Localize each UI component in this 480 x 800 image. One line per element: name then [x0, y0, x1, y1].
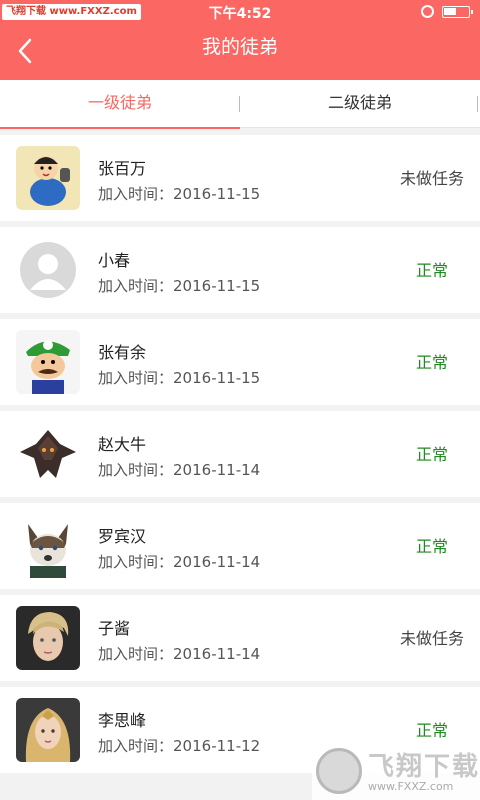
status-badge: 未做任务 — [399, 629, 464, 648]
battery-icon — [442, 6, 473, 18]
join-time: 加入时间：2016-11-12 — [98, 735, 260, 756]
list-item[interactable]: 罗宾汉 加入时间：2016-11-14 正常 — [0, 503, 480, 589]
join-label: 加入时间： — [98, 461, 174, 479]
avatar — [16, 606, 80, 670]
join-label: 加入时间： — [98, 369, 174, 387]
list-item[interactable]: 子酱 加入时间：2016-11-14 未做任务 — [0, 595, 480, 681]
join-date: 2016-11-14 — [173, 461, 261, 479]
apprentice-name: 小春 — [98, 251, 131, 270]
status-badge: 正常 — [415, 261, 448, 280]
apprentice-name: 赵大牛 — [98, 435, 147, 454]
status-badge: 正常 — [415, 537, 448, 556]
tab-bar: 一级徒弟 二级徒弟 — [0, 80, 480, 129]
mario-avatar-icon — [16, 330, 80, 394]
young-man-avatar-icon — [16, 606, 80, 670]
avatar — [16, 238, 80, 302]
status-clock: 下午4:52 — [208, 6, 272, 22]
join-date: 2016-11-12 — [173, 737, 261, 755]
apprentice-name: 张百万 — [98, 159, 147, 178]
join-date: 2016-11-15 — [173, 369, 261, 387]
apprentice-name: 李思峰 — [98, 711, 147, 730]
status-badge: 正常 — [415, 445, 448, 464]
join-time: 加入时间：2016-11-14 — [98, 643, 260, 664]
app-header: 飞翔下载 www.FXXZ.com 下午4:52 我的徒弟 — [0, 0, 480, 80]
join-time: 加入时间：2016-11-14 — [98, 551, 260, 572]
watermark-icon — [316, 748, 362, 794]
avatar — [16, 330, 80, 394]
avatar — [16, 422, 80, 486]
dragon-avatar-icon — [16, 422, 80, 486]
list-item[interactable]: 小春 加入时间：2016-11-15 正常 — [0, 227, 480, 313]
apprentice-list: 张百万 加入时间：2016-11-15 未做任务 小春 加入时间：2016-11… — [0, 135, 480, 779]
join-time: 加入时间：2016-11-15 — [98, 275, 260, 296]
apprentice-name: 张有余 — [98, 343, 147, 362]
status-badge: 未做任务 — [399, 169, 464, 188]
cartoon-boy-avatar-icon — [16, 146, 80, 210]
join-label: 加入时间： — [98, 185, 174, 203]
join-date: 2016-11-14 — [173, 553, 261, 571]
girl-avatar-icon — [16, 698, 80, 762]
join-time: 加入时间：2016-11-15 — [98, 183, 260, 204]
tab-second-level[interactable]: 二级徒弟 — [240, 80, 480, 128]
watermark-text: 飞翔下载 — [368, 752, 480, 782]
join-label: 加入时间： — [98, 737, 174, 755]
watermark-url: www.FXXZ.com — [368, 780, 454, 793]
apprentice-name: 罗宾汉 — [98, 527, 147, 546]
join-date: 2016-11-14 — [173, 645, 261, 663]
join-label: 加入时间： — [98, 645, 174, 663]
page-title: 我的徒弟 — [201, 36, 278, 58]
avatar — [16, 146, 80, 210]
status-badge: 正常 — [415, 721, 448, 740]
join-date: 2016-11-15 — [173, 277, 261, 295]
tab-first-level[interactable]: 一级徒弟 — [0, 80, 240, 129]
status-bar: 飞翔下载 www.FXXZ.com 下午4:52 — [0, 0, 480, 24]
rotation-lock-icon — [421, 5, 434, 18]
join-time: 加入时间：2016-11-15 — [98, 367, 260, 388]
list-item[interactable]: 张百万 加入时间：2016-11-15 未做任务 — [0, 135, 480, 221]
avatar — [16, 514, 80, 578]
list-item[interactable]: 张有余 加入时间：2016-11-15 正常 — [0, 319, 480, 405]
join-time: 加入时间：2016-11-14 — [98, 459, 260, 480]
join-label: 加入时间： — [98, 277, 174, 295]
list-item[interactable]: 赵大牛 加入时间：2016-11-14 正常 — [0, 411, 480, 497]
join-date: 2016-11-15 — [173, 185, 261, 203]
status-badge: 正常 — [415, 353, 448, 372]
tab-divider — [477, 96, 478, 112]
wolf-avatar-icon — [16, 514, 80, 578]
default-user-avatar-icon — [16, 238, 80, 302]
join-label: 加入时间： — [98, 553, 174, 571]
avatar — [16, 698, 80, 762]
apprentice-name: 子酱 — [98, 619, 131, 638]
watermark-logo: 飞翔下载 www.FXXZ.com — [312, 742, 480, 800]
